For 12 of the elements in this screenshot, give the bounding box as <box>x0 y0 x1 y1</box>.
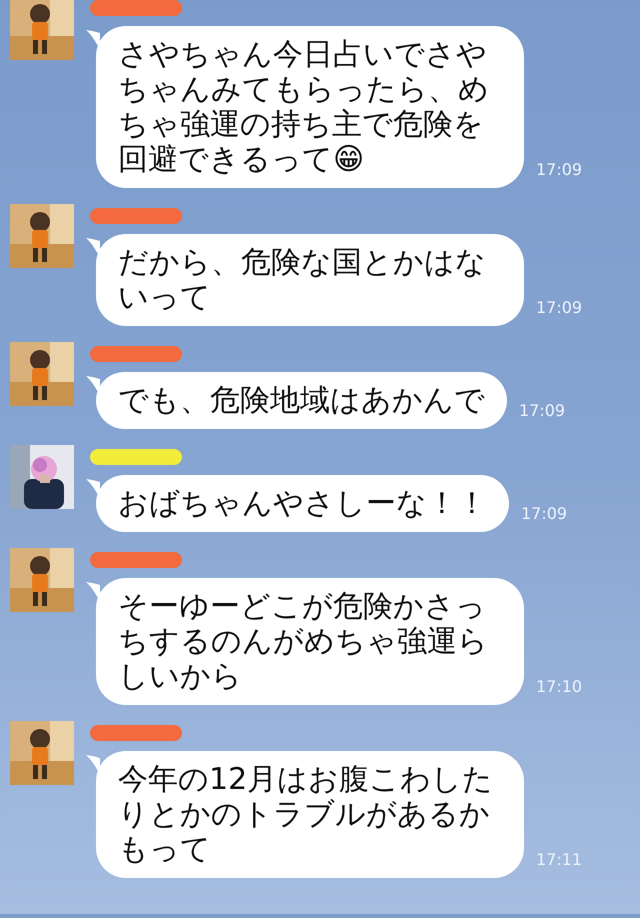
message-time: 17:10 <box>536 676 582 698</box>
message-time: 17:09 <box>536 159 582 181</box>
message-text: おばちゃんやさしーな！！ <box>118 486 487 521</box>
message-text: でも、危険地域はあかんで <box>118 383 485 418</box>
message-text: だから、危険な国とかはないって <box>118 245 487 315</box>
message-text: 今年の12月はお腹こわしたりとかのトラブルがあるかもって <box>118 762 494 867</box>
message-time: 17:09 <box>521 503 568 525</box>
message-time: 17:11 <box>536 849 582 871</box>
message-text: そーゆーどこが危険かさっちするのんがめちゃ強運らしいから <box>118 589 489 694</box>
message-time: 17:09 <box>536 297 582 319</box>
message-time: 17:09 <box>519 400 566 422</box>
message-text: さやちゃん今日占いでさやちゃんみてもらったら、めちゃ強運の持ち主で危険を回避できるって😁 <box>118 37 490 177</box>
